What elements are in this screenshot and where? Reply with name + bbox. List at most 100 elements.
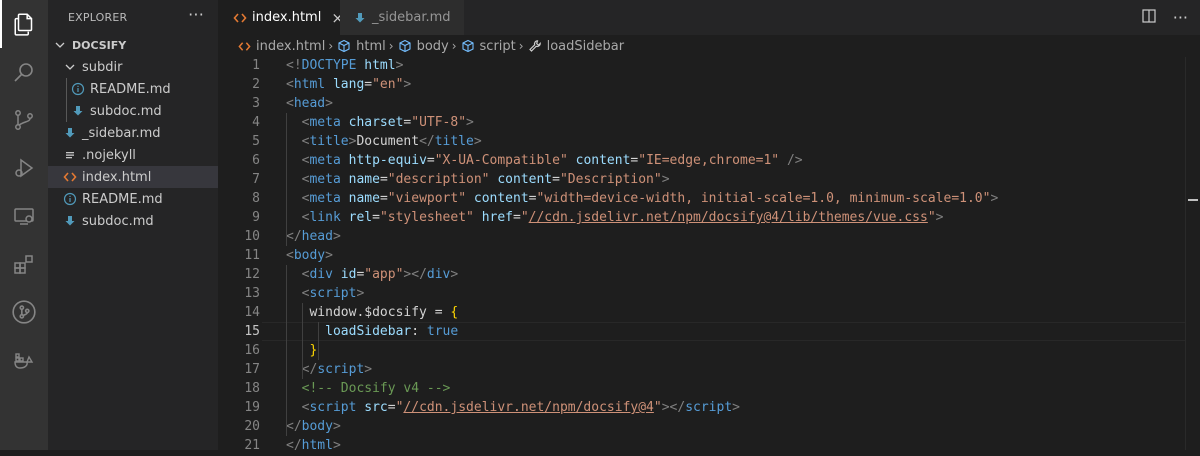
breadcrumb-file[interactable]: index.html bbox=[236, 38, 325, 54]
code-line[interactable]: 15 loadSidebar: true bbox=[218, 322, 1200, 341]
activity-bar bbox=[0, 0, 48, 450]
code-line[interactable]: 19 <script src="//cdn.jsdelivr.net/npm/d… bbox=[218, 398, 1200, 417]
tree-item-subdoc[interactable]: subdoc.md bbox=[48, 210, 218, 232]
code-line[interactable]: 11 <body> bbox=[218, 246, 1200, 265]
tree-item-label: subdoc.md bbox=[90, 103, 162, 119]
tree-item-nojekyll[interactable]: .nojekyll bbox=[48, 144, 218, 166]
workspace-root[interactable]: DOCSIFY bbox=[48, 34, 218, 56]
docker-icon[interactable] bbox=[0, 336, 48, 384]
line-text: <html lang="en"> bbox=[286, 77, 412, 92]
line-text: <!-- Docsify v4 --> bbox=[301, 381, 451, 396]
line-number: 16 bbox=[244, 343, 260, 358]
indent-guide bbox=[318, 322, 319, 360]
explorer-icon[interactable] bbox=[0, 0, 48, 48]
tree-item-label: subdir bbox=[82, 59, 123, 75]
split-editor-icon[interactable] bbox=[1141, 8, 1157, 28]
breadcrumb-label: index.html bbox=[256, 38, 326, 54]
breadcrumb-loadsidebar[interactable]: loadSidebar bbox=[527, 38, 624, 54]
breadcrumb-html[interactable]: html bbox=[336, 38, 386, 54]
line-text: <title>Document</title> bbox=[301, 134, 482, 149]
tree-item-readme[interactable]: README.md bbox=[48, 188, 218, 210]
tab-bar: index.html × _sidebar.md ··· bbox=[218, 0, 1200, 35]
code-line[interactable]: 4 <meta charset="UTF-8"> bbox=[218, 113, 1200, 132]
tab-sidebar-md[interactable]: _sidebar.md bbox=[340, 0, 464, 35]
git-graph-icon[interactable] bbox=[0, 288, 48, 336]
line-number: 18 bbox=[244, 381, 260, 396]
tree-item-subdir-subdoc[interactable]: subdoc.md bbox=[48, 100, 218, 122]
tree-item-subdir-readme[interactable]: README.md bbox=[48, 78, 218, 100]
indent-guide bbox=[302, 303, 303, 379]
line-text: <head> bbox=[286, 96, 333, 111]
remote-explorer-icon[interactable] bbox=[0, 192, 48, 240]
code-line[interactable]: 12 <div id="app"></div> bbox=[218, 265, 1200, 284]
line-number: 3 bbox=[252, 96, 260, 111]
line-number: 1 bbox=[252, 58, 260, 73]
line-number: 15 bbox=[244, 324, 260, 339]
tab-index-html[interactable]: index.html × bbox=[218, 0, 344, 35]
code-editor[interactable]: 1 <!DOCTYPE html> 2 <html lang="en"> 3 <head>… bbox=[218, 56, 1200, 456]
code-line[interactable]: 7 <meta name="description" content="Desc… bbox=[218, 170, 1200, 189]
code-line[interactable]: 8 <meta name="viewport" content="width=d… bbox=[218, 189, 1200, 208]
breadcrumb: index.html › html › body › script › load… bbox=[218, 35, 1200, 57]
text-file-icon bbox=[62, 147, 78, 163]
tree-item-subdir[interactable]: subdir bbox=[48, 56, 218, 78]
code-line[interactable]: 5 <title>Document</title> bbox=[218, 132, 1200, 151]
code-line[interactable]: 17 </script> bbox=[218, 360, 1200, 379]
code-line[interactable]: 9 <link rel="stylesheet" href="//cdn.jsd… bbox=[218, 208, 1200, 227]
breadcrumb-body[interactable]: body bbox=[397, 38, 449, 54]
line-text: window.$docsify = { bbox=[309, 305, 459, 320]
line-number: 17 bbox=[244, 362, 260, 377]
code-line[interactable]: 14 window.$docsify = { bbox=[218, 303, 1200, 322]
line-number: 20 bbox=[244, 419, 260, 434]
breadcrumb-label: html bbox=[356, 38, 386, 54]
tree-item-label: .nojekyll bbox=[82, 147, 136, 163]
breadcrumb-label: loadSidebar bbox=[546, 38, 625, 54]
tree-item-label: README.md bbox=[90, 81, 171, 97]
tree-item-label: index.html bbox=[82, 169, 152, 185]
markdown-icon bbox=[352, 10, 368, 26]
line-text: <script> bbox=[301, 286, 365, 301]
line-text: loadSidebar: true bbox=[325, 324, 459, 339]
tree-item-label: README.md bbox=[82, 191, 163, 207]
code-line[interactable]: 3 <head> bbox=[218, 94, 1200, 113]
extensions-icon[interactable] bbox=[0, 240, 48, 288]
more-actions-icon[interactable]: ··· bbox=[188, 7, 204, 23]
tree-item-label: _sidebar.md bbox=[82, 125, 161, 141]
code-line[interactable]: 18 <!-- Docsify v4 --> bbox=[218, 379, 1200, 398]
tree-item-index-html[interactable]: index.html bbox=[48, 166, 218, 188]
wrench-icon bbox=[527, 38, 543, 54]
search-icon[interactable] bbox=[0, 48, 48, 96]
code-line[interactable]: 2 <html lang="en"> bbox=[218, 75, 1200, 94]
indent-guide bbox=[66, 78, 67, 100]
line-number: 11 bbox=[244, 248, 260, 263]
more-actions-icon[interactable]: ··· bbox=[1173, 10, 1188, 26]
code-line[interactable]: 16 } bbox=[218, 341, 1200, 360]
indent-guide bbox=[66, 100, 67, 122]
explorer-title: EXPLORER bbox=[68, 10, 128, 24]
line-number: 5 bbox=[252, 134, 260, 149]
vertical-scrollbar[interactable] bbox=[1185, 57, 1200, 450]
code-line[interactable]: 1 <!DOCTYPE html> bbox=[218, 56, 1200, 75]
code-line[interactable]: 10 </head> bbox=[218, 227, 1200, 246]
breadcrumb-script[interactable]: script bbox=[460, 38, 516, 54]
cursor-overview-marker bbox=[1188, 199, 1198, 201]
source-control-icon[interactable] bbox=[0, 96, 48, 144]
editor-area: index.html × _sidebar.md ··· index.html … bbox=[218, 0, 1200, 453]
editor-actions: ··· bbox=[1141, 8, 1188, 28]
run-debug-icon[interactable] bbox=[0, 144, 48, 192]
markdown-icon bbox=[62, 125, 78, 141]
code-line[interactable]: 6 <meta http-equiv="X-UA-Compatible" con… bbox=[218, 151, 1200, 170]
line-number: 4 bbox=[252, 115, 260, 130]
tree-item-sidebar-md[interactable]: _sidebar.md bbox=[48, 122, 218, 144]
info-icon bbox=[70, 81, 86, 97]
cube-icon bbox=[460, 38, 476, 54]
indent-guide bbox=[286, 265, 287, 436]
code-line[interactable]: 13 <script> bbox=[218, 284, 1200, 303]
html-icon bbox=[236, 38, 252, 54]
code-line[interactable]: 20 </body> bbox=[218, 417, 1200, 436]
explorer-panel: EXPLORER ··· DOCSIFY subdir README.md su… bbox=[48, 0, 218, 450]
breadcrumb-label: script bbox=[479, 38, 516, 54]
markdown-icon bbox=[70, 103, 86, 119]
code-line[interactable]: 21 </html> bbox=[218, 436, 1200, 455]
cube-icon bbox=[397, 38, 413, 54]
